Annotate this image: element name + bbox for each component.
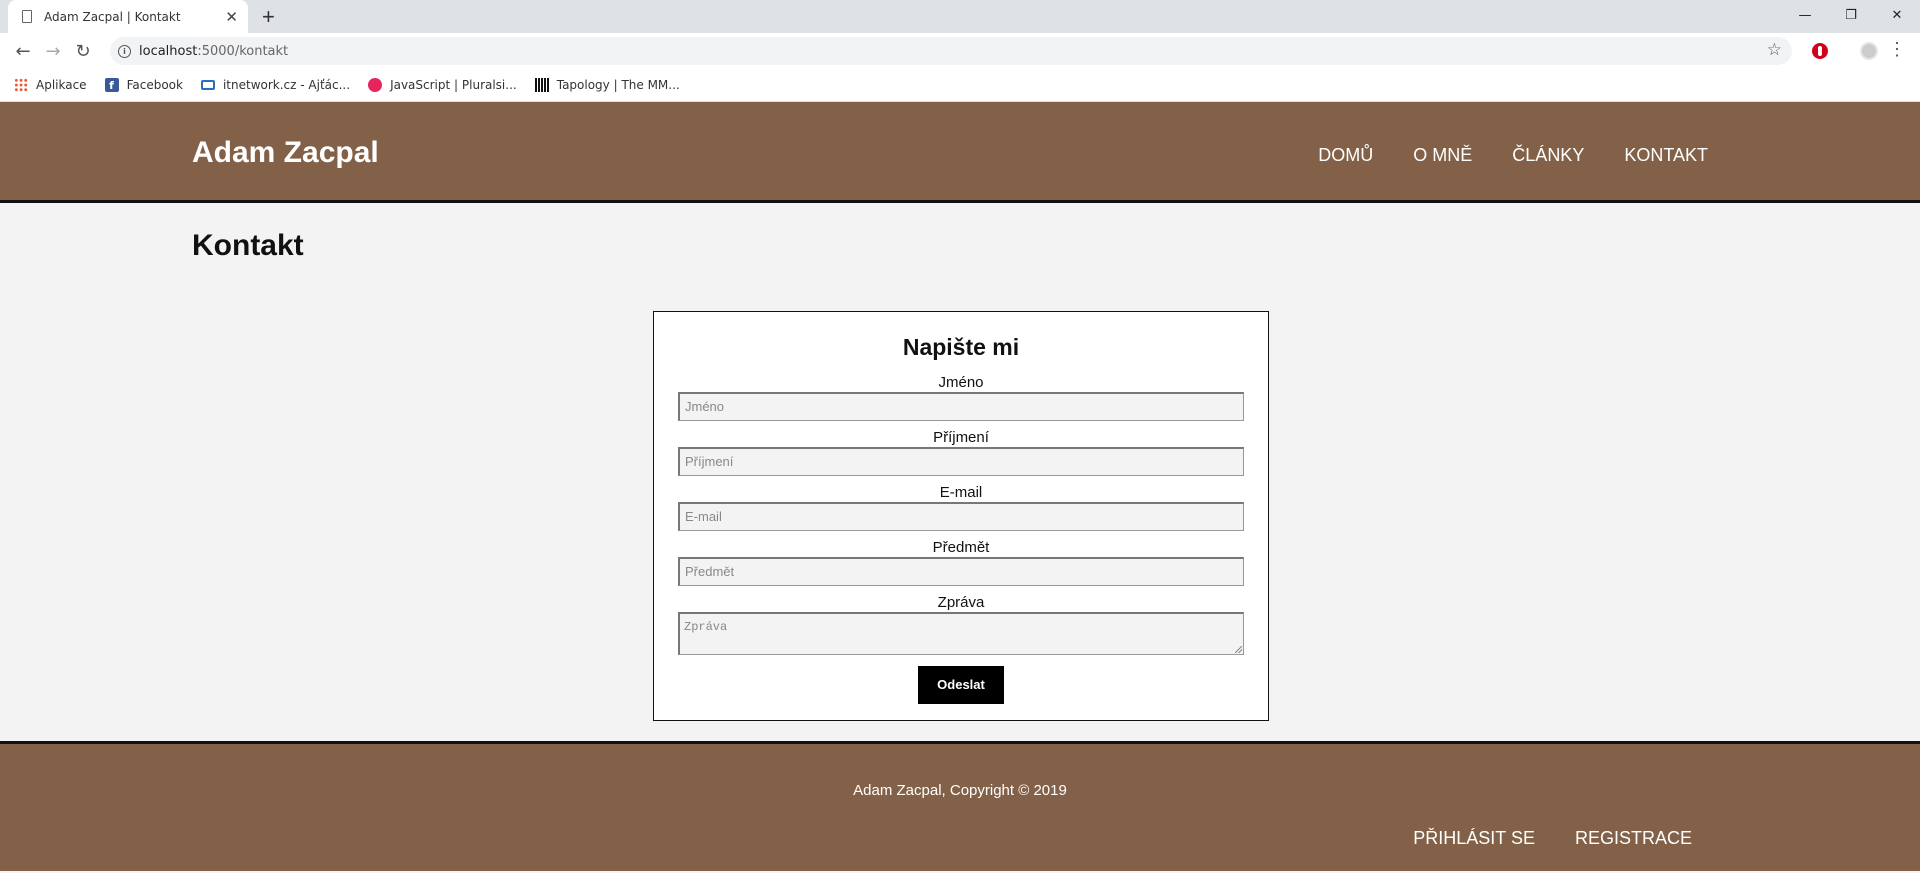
- tab-title: Adam Zacpal | Kontakt: [44, 9, 181, 24]
- extension-icon[interactable]: [1812, 43, 1828, 59]
- apps-icon: [14, 78, 28, 92]
- footer-nav: PŘIHLÁSIT SE REGISTRACE: [1413, 828, 1692, 849]
- email-input[interactable]: E-mail: [678, 502, 1244, 531]
- info-icon[interactable]: i: [118, 44, 131, 58]
- url-path: :5000/kontakt: [197, 43, 289, 59]
- tab-close-icon[interactable]: ✕: [225, 8, 238, 26]
- contact-form: Napište mi Jméno Jméno Příjmení Příjmení…: [653, 311, 1269, 721]
- browser-tab[interactable]: Adam Zacpal | Kontakt ✕: [8, 0, 248, 33]
- back-button[interactable]: ←: [8, 36, 38, 66]
- bookmark-label: Facebook: [126, 78, 183, 92]
- first-name-input[interactable]: Jméno: [678, 392, 1244, 421]
- new-tab-button[interactable]: +: [262, 4, 275, 30]
- main-nav: DOMŮ O MNĚ ČLÁNKY KONTAKT: [1318, 145, 1708, 166]
- page-title: Kontakt: [192, 229, 304, 262]
- subject-input[interactable]: Předmět: [678, 557, 1244, 586]
- copyright-text: Adam Zacpal, Copyright © 2019: [853, 782, 1067, 799]
- close-window-button[interactable]: ✕: [1874, 0, 1920, 30]
- message-textarea[interactable]: Zpráva: [678, 612, 1244, 655]
- restore-button[interactable]: ❐: [1828, 0, 1874, 30]
- site-footer: Adam Zacpal, Copyright © 2019 PŘIHLÁSIT …: [0, 741, 1920, 873]
- main-content: Kontakt Napište mi Jméno Jméno Příjmení …: [0, 205, 1920, 741]
- bookmark-label: Tapology | The MM...: [556, 78, 680, 92]
- address-bar[interactable]: i localhost:5000/kontakt ☆: [110, 37, 1792, 65]
- bookmark-pluralsight[interactable]: JavaScript | Pluralsi...: [368, 78, 517, 92]
- page-icon: [22, 10, 32, 23]
- bookmark-facebook[interactable]: f Facebook: [104, 78, 183, 92]
- browser-menu-icon[interactable]: ⋮: [1888, 39, 1906, 60]
- submit-button[interactable]: Odeslat: [918, 666, 1004, 704]
- browser-toolbar: ← → ↻ i localhost:5000/kontakt ☆ ⋮: [0, 33, 1920, 69]
- nav-item-articles[interactable]: ČLÁNKY: [1512, 145, 1584, 166]
- window-controls: — ❐ ✕: [1782, 0, 1920, 30]
- bookmark-label: itnetwork.cz - Ajťác...: [222, 78, 351, 92]
- bookmark-star-icon[interactable]: ☆: [1767, 40, 1782, 60]
- profile-avatar[interactable]: [1860, 42, 1878, 60]
- laptop-icon: [200, 80, 215, 90]
- nav-item-contact[interactable]: KONTAKT: [1624, 145, 1708, 166]
- first-name-label: Jméno: [938, 374, 984, 391]
- forward-button[interactable]: →: [38, 36, 68, 66]
- login-link[interactable]: PŘIHLÁSIT SE: [1413, 828, 1535, 849]
- site-brand[interactable]: Adam Zacpal: [192, 136, 379, 170]
- reload-button[interactable]: ↻: [68, 36, 98, 66]
- tapology-icon: [534, 78, 549, 92]
- url-host: localhost: [139, 43, 198, 59]
- facebook-icon: f: [104, 78, 119, 92]
- pluralsight-icon: [368, 78, 383, 92]
- last-name-label: Příjmení: [933, 429, 989, 446]
- bookmark-itnetwork[interactable]: itnetwork.cz - Ajťác...: [200, 78, 351, 92]
- register-link[interactable]: REGISTRACE: [1575, 828, 1692, 849]
- email-label: E-mail: [939, 484, 983, 501]
- nav-item-about[interactable]: O MNĚ: [1413, 145, 1472, 166]
- browser-tab-bar: Adam Zacpal | Kontakt ✕ + — ❐ ✕: [0, 0, 1920, 33]
- bookmark-label: JavaScript | Pluralsi...: [390, 78, 517, 92]
- last-name-input[interactable]: Příjmení: [678, 447, 1244, 476]
- site-header: Adam Zacpal DOMŮ O MNĚ ČLÁNKY KONTAKT: [0, 102, 1920, 203]
- bookmark-label: Aplikace: [36, 78, 87, 92]
- nav-item-home[interactable]: DOMŮ: [1318, 145, 1373, 166]
- bookmarks-bar: Aplikace f Facebook itnetwork.cz - Ajťác.…: [0, 69, 1920, 102]
- subject-label: Předmět: [932, 539, 990, 556]
- bookmark-apps[interactable]: Aplikace: [14, 78, 87, 92]
- form-title: Napište mi: [902, 334, 1020, 360]
- minimize-button[interactable]: —: [1782, 0, 1828, 30]
- bookmark-tapology[interactable]: Tapology | The MM...: [534, 78, 680, 92]
- message-label: Zpráva: [937, 594, 985, 611]
